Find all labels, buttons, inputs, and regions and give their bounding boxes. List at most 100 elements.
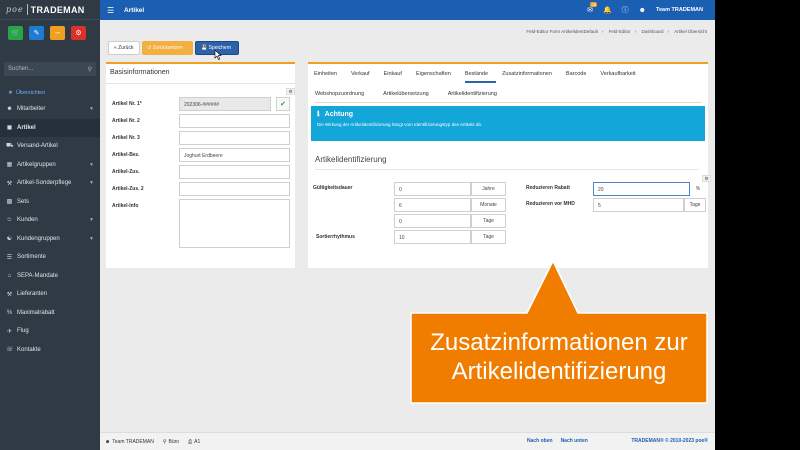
sidebar-item-versand-artikel[interactable]: ⛟ Versand-Artikel [0, 137, 100, 156]
basis-panel: Basisinformationen ⚙ Artikel Nr. 1* 2023… [106, 62, 295, 268]
reset-label: Zurücksetzen [152, 45, 183, 51]
cube-icon: ◼ [7, 125, 12, 132]
tab-verkauf[interactable]: Verkauf [351, 71, 378, 83]
bell-icon[interactable]: 🔔 [603, 6, 612, 14]
breadcrumb: Feld-Editor Form ArtikelIdentDefault › Fe… [522, 29, 707, 34]
sidebar-item-label: Kunden [17, 217, 38, 224]
sidebar-item-mitarbeiter[interactable]: ☻ Mitarbeiter ▼ [0, 100, 100, 119]
tab-einheiten[interactable]: Einheiten [314, 71, 345, 83]
breadcrumb-sep: › [601, 29, 604, 34]
group-icon: ☯ [6, 236, 13, 243]
jahre-input[interactable]: 0 [394, 182, 471, 196]
notification-badge: 38 [590, 2, 597, 7]
sortier-input[interactable]: 10 [394, 230, 471, 244]
sidebar-favorites[interactable]: ★ Übersichten [0, 76, 100, 99]
sidebar-item-label: Kundengruppen [17, 235, 60, 242]
monate-input[interactable]: 6 [394, 198, 471, 212]
label-artikel-nr-3: Artikel Nr. 3 [112, 135, 140, 141]
tab-verkaufbarkeit[interactable]: Verkaufbarkeit [600, 71, 643, 83]
tab-row-1: Einheiten Verkauf Einkauf Eigenschaften Best… [314, 71, 650, 83]
user-icon: ☻ [105, 438, 111, 445]
tab-zusatzinformationen[interactable]: Zusatzinformationen [502, 71, 560, 83]
tab-eigenschaften[interactable]: Eigenschaften [416, 71, 459, 83]
confirm-button[interactable]: ✔ [276, 97, 290, 111]
tab-best-nde[interactable]: Bestände [464, 71, 497, 83]
star-icon: ★ [8, 90, 13, 96]
page-title: Artikel [124, 6, 145, 14]
sidebar-item-sepa-mandate[interactable]: ⌂ SEPA-Mandate [0, 267, 100, 286]
mhd-unit: Tage [684, 198, 706, 212]
plane-icon: ✈ [6, 328, 13, 335]
basis-title: Basisinformationen [110, 69, 170, 76]
callout-line-2: Artikelidentifizierung [451, 358, 667, 385]
footer-user[interactable]: ☻ Team TRADEMAN [105, 439, 154, 445]
divider [106, 83, 295, 84]
mhd-input[interactable]: 5 [593, 198, 684, 212]
cart-button[interactable]: 🛒 [8, 26, 23, 40]
artikel-zus-field[interactable] [179, 165, 290, 179]
sidebar-search[interactable]: Suchen... ⚲ [4, 62, 96, 76]
footer-dept[interactable]: ⚲ Büro [163, 439, 179, 445]
search-icon: ⚲ [87, 66, 92, 73]
sidebar-item-kunden[interactable]: ☺ Kunden ▼ [0, 211, 100, 230]
alert-title: Achtung [324, 110, 354, 118]
rabatt-input[interactable]: 20 [593, 182, 690, 196]
footer-printer[interactable]: ⎙ A1 [188, 439, 200, 445]
user-menu-icon[interactable]: ☻ [639, 7, 646, 14]
settings-button[interactable]: ⚙ [71, 26, 86, 40]
breadcrumb-item[interactable]: Dashboard [641, 29, 663, 34]
sidebar-item-artikelgruppen[interactable]: ▦ Artikelgruppen ▼ [0, 156, 100, 175]
tage-input[interactable]: 0 [394, 214, 471, 228]
basis-settings-button[interactable]: ⚙ [286, 88, 295, 95]
reset-button[interactable]: ↺ Zurücksetzen [142, 41, 193, 55]
search-input[interactable]: Suchen... [8, 66, 33, 72]
sidebar-item-sets[interactable]: ▩ Sets [0, 193, 100, 212]
tab-einkauf[interactable]: Einkauf [384, 71, 410, 83]
label-reduzieren-mhd: Reduzieren vor MHD [526, 201, 575, 207]
nav-down-link[interactable]: Nach unten [561, 438, 588, 444]
artikel-zus-2-field[interactable] [179, 182, 290, 196]
sidebar-item-artikel-sonderpflege[interactable]: ⚒ Artikel-Sonderpflege ▼ [0, 174, 100, 193]
mail-icon[interactable]: ✉ 38 [587, 2, 597, 14]
label-artikel-zus-2: Artikel-Zus. 2 [112, 186, 144, 192]
sidebar-item-label: Sets [17, 198, 30, 205]
sidebar: poe TRADEMAN 🛒 ✎ ∽ ⚙ Suchen... ⚲ ★ Übers… [0, 0, 100, 450]
breadcrumb-item[interactable]: Feld-Editor Form ArtikelIdentDefault [526, 29, 598, 34]
edit-button[interactable]: ✎ [29, 26, 44, 40]
breadcrumb-item[interactable]: Artikel Übersicht [674, 29, 707, 34]
sidebar-item-sortimente[interactable]: ☰ Sortimente [0, 248, 100, 267]
sidebar-item-maximalrabatt[interactable]: % Maximalrabatt [0, 304, 100, 323]
sidebar-item-kontakte[interactable]: ☏ Kontakte [0, 341, 100, 360]
copyright: TRADEMAN® © 2010-2023 poe® [631, 438, 708, 444]
sidebar-item-kundengruppen[interactable]: ☯ Kundengruppen ▼ [0, 230, 100, 249]
tage-unit: Tage [471, 214, 506, 228]
breadcrumb-sep: › [634, 29, 637, 34]
footer-printer-label: A1 [194, 438, 201, 445]
user-name[interactable]: Team TRADEMAN [656, 7, 703, 13]
sidebar-item-lieferanten[interactable]: ⚒ Lieferanten [0, 285, 100, 304]
artikel-info-textarea[interactable] [179, 199, 290, 248]
printer-icon: ⎙ [188, 438, 193, 445]
nav-up-link[interactable]: Nach oben [527, 438, 553, 444]
menu-icon[interactable]: ☰ [107, 6, 115, 15]
location-icon: ⚲ [162, 438, 167, 445]
logo[interactable]: poe TRADEMAN [0, 0, 100, 20]
chart-button[interactable]: ∽ [50, 26, 65, 40]
warning-alert: ℹ Achtung Die Wirkung der Artikelidentifi… [311, 106, 705, 141]
sidebar-item-artikel[interactable]: ◼ Artikel [0, 118, 100, 137]
ident-settings-button[interactable]: ⚙ [702, 175, 711, 182]
artikel-nr-3-field[interactable] [179, 131, 290, 145]
callout-text: Zusatzinformationen zur Artikelidentifiz… [411, 328, 707, 386]
tab-barcode[interactable]: Barcode [566, 71, 595, 83]
artikel-nr-2-field[interactable] [179, 114, 290, 128]
help-icon[interactable]: ⓘ [622, 5, 629, 15]
sidebar-item-flug[interactable]: ✈ Flug [0, 322, 100, 341]
label-artikel-zus: Artikel-Zus. [112, 169, 140, 175]
contacts-icon: ☏ [6, 347, 14, 354]
sidebar-item-label: Artikel [17, 124, 36, 131]
percent-icon: % [6, 309, 13, 316]
back-button[interactable]: « Zurück [108, 41, 140, 55]
artikel-bez-field[interactable]: Joghurt Erdbeere [179, 148, 290, 162]
breadcrumb-item[interactable]: Feld-Editor [609, 29, 631, 34]
artikel-nr-1-field[interactable]: 202306-###### [179, 97, 271, 111]
